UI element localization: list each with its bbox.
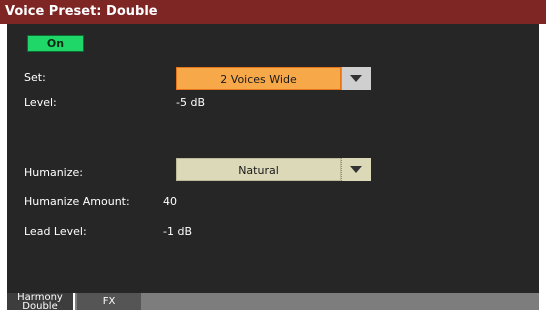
tab-fx[interactable]: FX: [77, 293, 141, 310]
on-button[interactable]: On: [27, 35, 84, 52]
window-title: Voice Preset: Double: [0, 0, 546, 24]
set-chevron-down-icon[interactable]: [341, 67, 371, 90]
tab-bar: Harmony Double FX: [7, 293, 539, 310]
set-dropdown[interactable]: 2 Voices Wide: [176, 67, 371, 90]
level-value[interactable]: -5 dB: [176, 96, 205, 109]
tab-harmony-double[interactable]: Harmony Double: [7, 293, 75, 310]
voice-preset-panel: On Set: 2 Voices Wide Level: -5 dB Human…: [7, 24, 539, 293]
humanize-value[interactable]: Natural: [176, 158, 341, 181]
humanize-label: Humanize:: [24, 166, 83, 179]
humanize-amount-label: Humanize Amount:: [24, 195, 130, 208]
level-label: Level:: [24, 96, 57, 109]
lead-level-value[interactable]: -1 dB: [163, 225, 192, 238]
humanize-chevron-down-icon[interactable]: [341, 158, 371, 181]
lead-level-label: Lead Level:: [24, 225, 87, 238]
humanize-amount-value[interactable]: 40: [163, 195, 177, 208]
set-value[interactable]: 2 Voices Wide: [176, 67, 341, 90]
set-label: Set:: [24, 71, 46, 84]
humanize-dropdown[interactable]: Natural: [176, 158, 371, 181]
